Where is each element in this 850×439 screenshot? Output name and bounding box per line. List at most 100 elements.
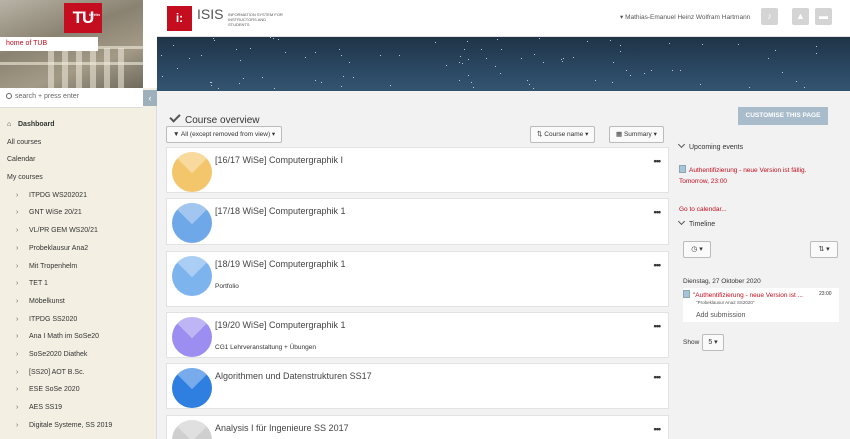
- course-name-link[interactable]: Algorithmen und Datenstrukturen SS17: [215, 371, 372, 381]
- sidebar-item-6[interactable]: › VL/PR GEM WS20/21: [0, 222, 143, 240]
- course-description: CG1 Lehrveranstaltung + Übungen: [215, 344, 316, 351]
- site-subtitle: INFORMATION SYSTEM FOR INSTRUCTORS AND S…: [228, 12, 283, 27]
- course-name-link[interactable]: [17/18 WiSe] Computergraphik 1: [215, 206, 346, 216]
- chevron-down-icon: [677, 217, 686, 226]
- sidebar-item-14[interactable]: › [SS20] AOT B.Sc.: [0, 364, 143, 382]
- course-card[interactable]: [18/19 WiSe] Computergraphik 1 Portfolio •…: [166, 251, 669, 307]
- sidebar-item-label: Digitale Systeme, SS 2019: [29, 421, 113, 429]
- view-dropdown[interactable]: ▦ Summary ▾: [609, 126, 664, 143]
- timeline-heading[interactable]: Timeline: [677, 217, 715, 228]
- sidebar-item-10[interactable]: › Möbelkunst: [0, 293, 143, 311]
- sidebar-item-11[interactable]: › ITPDG SS2020: [0, 311, 143, 329]
- timeline-date: Dienstag, 27 Oktober 2020: [683, 278, 761, 285]
- course-name-link[interactable]: [19/20 WiSe] Computergraphik 1: [215, 320, 346, 330]
- more-options-icon[interactable]: •••: [654, 207, 662, 217]
- assignment-icon: [683, 290, 690, 298]
- calendar-link[interactable]: Go to calendar...: [679, 205, 727, 214]
- collapse-sidebar-button[interactable]: ‹: [143, 90, 157, 106]
- sidebar-item-17[interactable]: › Digitale Systeme, SS 2019: [0, 417, 143, 435]
- chevron-right-icon: ›: [16, 350, 19, 358]
- upcoming-events-heading[interactable]: Upcoming events: [677, 140, 743, 151]
- more-options-icon[interactable]: •••: [654, 424, 662, 434]
- chevron-right-icon: ›: [16, 421, 19, 429]
- upcoming-event-time: Tomorrow, 23:00: [679, 178, 728, 185]
- more-options-icon[interactable]: •••: [654, 321, 662, 331]
- course-card[interactable]: [16/17 WiSe] Computergraphik I •••: [166, 147, 669, 193]
- timeline-event-title[interactable]: "Authentifizierung - neue Version ist ..…: [693, 292, 803, 299]
- sidebar-item-15[interactable]: › ESE SoSe 2020: [0, 381, 143, 399]
- sidebar-item-label: SoSe2020 Diathek: [29, 350, 88, 358]
- sidebar-item-8[interactable]: › Mit Tropenhelm: [0, 258, 143, 276]
- chevron-right-icon: ›: [16, 209, 19, 217]
- sidebar-item-0[interactable]: ⌂ Dashboard: [0, 116, 143, 134]
- more-options-icon[interactable]: •••: [654, 260, 662, 270]
- chevron-right-icon: ›: [16, 280, 19, 288]
- sidebar-item-9[interactable]: › TET 1: [0, 275, 143, 293]
- sidebar-item-label: Mit Tropenhelm: [29, 262, 78, 270]
- timeline-filter-button[interactable]: ◷ ▾: [683, 241, 711, 258]
- sidebar-item-label: GNT WiSe 20/21: [29, 209, 82, 217]
- course-image[interactable]: [172, 317, 212, 357]
- show-count-dropdown[interactable]: 5 ▾: [702, 334, 724, 351]
- site-title[interactable]: ISIS: [197, 6, 223, 22]
- sidebar-item-label: Probeklausur Ana2: [29, 244, 89, 252]
- course-image[interactable]: [172, 203, 212, 243]
- chevron-right-icon: ›: [16, 262, 19, 270]
- sidebar-item-13[interactable]: › SoSe2020 Diathek: [0, 346, 143, 364]
- course-filter-dropdown[interactable]: ▼ All (except removed from view) ▾: [166, 126, 283, 143]
- bell-icon[interactable]: ▲: [792, 8, 809, 25]
- search-icon: [6, 93, 12, 99]
- upcoming-event[interactable]: Authentifizierung - neue Version ist fäl…: [679, 165, 839, 175]
- course-card[interactable]: Algorithmen und Datenstrukturen SS17 •••: [166, 363, 669, 409]
- clock-icon: ◷ ▾: [691, 246, 703, 253]
- tu-logo[interactable]: TU berlin: [64, 3, 102, 33]
- course-card[interactable]: Analysis I für Ingenieure SS 2017 •••: [166, 415, 669, 439]
- assignment-icon: [679, 165, 686, 173]
- course-image[interactable]: [172, 152, 212, 192]
- sidebar-item-label: [SS20] AOT B.Sc.: [29, 368, 85, 376]
- sidebar-item-3[interactable]: My courses: [0, 169, 143, 187]
- course-card[interactable]: [17/18 WiSe] Computergraphik 1 •••: [166, 198, 669, 245]
- sort-icon: ⇅ ▾: [818, 246, 830, 253]
- sidebar-item-label: TET 1: [29, 280, 48, 288]
- sidebar-item-label: All courses: [7, 138, 42, 146]
- course-overview-heading[interactable]: Course overview: [169, 111, 259, 126]
- sidebar-item-7[interactable]: › Probeklausur Ana2: [0, 240, 143, 258]
- sort-dropdown[interactable]: ⇅ Course name ▾: [530, 126, 596, 143]
- sidebar-item-2[interactable]: Calendar: [0, 151, 143, 169]
- home-link[interactable]: home of TUB: [0, 37, 98, 51]
- more-options-icon[interactable]: •••: [654, 156, 662, 166]
- chevron-down-icon: [169, 111, 181, 123]
- course-name-link[interactable]: [16/17 WiSe] Computergraphik I: [215, 155, 343, 165]
- search-input[interactable]: search + press enter: [0, 88, 143, 108]
- grid-icon: ▦: [616, 131, 624, 138]
- timeline-event-course: "Probeklausur Ana2 SS2020": [696, 300, 755, 305]
- course-image[interactable]: [172, 368, 212, 408]
- sidebar-item-4[interactable]: › ITPDG WS202021: [0, 187, 143, 205]
- chat-icon[interactable]: ▬: [815, 8, 832, 25]
- isis-logo[interactable]: i:: [167, 6, 192, 31]
- course-card[interactable]: [19/20 WiSe] Computergraphik 1 CG1 Lehrve…: [166, 312, 669, 358]
- more-options-icon[interactable]: •••: [654, 372, 662, 382]
- sidebar-item-label: Möbelkunst: [29, 297, 65, 305]
- chevron-right-icon: ›: [16, 404, 19, 411]
- sidebar-item-label: Dashboard: [18, 121, 55, 128]
- course-image[interactable]: [172, 256, 212, 296]
- course-name-link[interactable]: [18/19 WiSe] Computergraphik 1: [215, 259, 346, 269]
- user-menu[interactable]: ▾ Mathias-Emanuel Heinz Wolfram Hartmann: [620, 13, 750, 21]
- chevron-down-icon: [677, 140, 686, 149]
- chevron-right-icon: ›: [16, 244, 19, 252]
- timeline-sort-button[interactable]: ⇅ ▾: [810, 241, 838, 258]
- accessibility-icon[interactable]: ♪: [761, 8, 778, 25]
- course-image[interactable]: [172, 420, 212, 439]
- sidebar-item-5[interactable]: › GNT WiSe 20/21: [0, 204, 143, 222]
- sidebar-item-1[interactable]: All courses: [0, 134, 143, 152]
- customise-page-button[interactable]: CUSTOMISE THIS PAGE: [738, 107, 828, 125]
- course-name-link[interactable]: Analysis I für Ingenieure SS 2017: [215, 423, 349, 433]
- sidebar-item-12[interactable]: › Ana I Math im SoSe20: [0, 328, 143, 346]
- show-label: Show: [683, 339, 700, 346]
- chevron-right-icon: ›: [16, 315, 19, 323]
- sidebar-item-label: Ana I Math im SoSe20: [29, 333, 100, 341]
- add-submission-link[interactable]: Add submission: [696, 312, 745, 319]
- sidebar-item-16[interactable]: › AES SS19: [0, 399, 143, 417]
